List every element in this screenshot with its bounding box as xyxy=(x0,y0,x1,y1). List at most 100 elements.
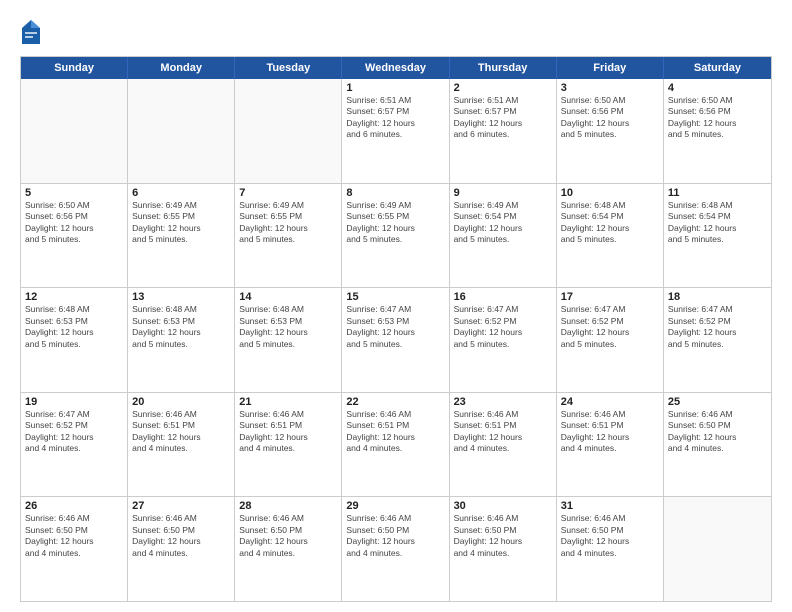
calendar-cell: 7Sunrise: 6:49 AM Sunset: 6:55 PM Daylig… xyxy=(235,184,342,288)
calendar-cell: 18Sunrise: 6:47 AM Sunset: 6:52 PM Dayli… xyxy=(664,288,771,392)
day-info: Sunrise: 6:50 AM Sunset: 6:56 PM Dayligh… xyxy=(668,95,767,141)
day-info: Sunrise: 6:50 AM Sunset: 6:56 PM Dayligh… xyxy=(25,200,123,246)
calendar-body: 1Sunrise: 6:51 AM Sunset: 6:57 PM Daylig… xyxy=(21,79,771,601)
calendar-cell: 27Sunrise: 6:46 AM Sunset: 6:50 PM Dayli… xyxy=(128,497,235,601)
day-number: 22 xyxy=(346,396,444,408)
day-number: 19 xyxy=(25,396,123,408)
calendar-week-row: 1Sunrise: 6:51 AM Sunset: 6:57 PM Daylig… xyxy=(21,79,771,184)
day-info: Sunrise: 6:49 AM Sunset: 6:55 PM Dayligh… xyxy=(132,200,230,246)
weekday-header: Sunday xyxy=(21,57,128,79)
weekday-header: Monday xyxy=(128,57,235,79)
calendar-cell: 20Sunrise: 6:46 AM Sunset: 6:51 PM Dayli… xyxy=(128,393,235,497)
day-info: Sunrise: 6:46 AM Sunset: 6:51 PM Dayligh… xyxy=(132,409,230,455)
day-info: Sunrise: 6:46 AM Sunset: 6:50 PM Dayligh… xyxy=(454,513,552,559)
day-info: Sunrise: 6:46 AM Sunset: 6:50 PM Dayligh… xyxy=(668,409,767,455)
weekday-header: Tuesday xyxy=(235,57,342,79)
calendar-cell xyxy=(128,79,235,183)
day-number: 15 xyxy=(346,291,444,303)
day-info: Sunrise: 6:51 AM Sunset: 6:57 PM Dayligh… xyxy=(346,95,444,141)
calendar-week-row: 26Sunrise: 6:46 AM Sunset: 6:50 PM Dayli… xyxy=(21,497,771,601)
weekday-header: Wednesday xyxy=(342,57,449,79)
calendar-cell: 11Sunrise: 6:48 AM Sunset: 6:54 PM Dayli… xyxy=(664,184,771,288)
day-number: 23 xyxy=(454,396,552,408)
calendar-cell: 13Sunrise: 6:48 AM Sunset: 6:53 PM Dayli… xyxy=(128,288,235,392)
day-info: Sunrise: 6:47 AM Sunset: 6:52 PM Dayligh… xyxy=(25,409,123,455)
day-info: Sunrise: 6:48 AM Sunset: 6:53 PM Dayligh… xyxy=(25,304,123,350)
calendar-cell: 14Sunrise: 6:48 AM Sunset: 6:53 PM Dayli… xyxy=(235,288,342,392)
calendar-cell: 1Sunrise: 6:51 AM Sunset: 6:57 PM Daylig… xyxy=(342,79,449,183)
day-number: 10 xyxy=(561,187,659,199)
page: SundayMondayTuesdayWednesdayThursdayFrid… xyxy=(0,0,792,612)
calendar-cell: 8Sunrise: 6:49 AM Sunset: 6:55 PM Daylig… xyxy=(342,184,449,288)
day-number: 24 xyxy=(561,396,659,408)
day-info: Sunrise: 6:46 AM Sunset: 6:50 PM Dayligh… xyxy=(132,513,230,559)
calendar-cell: 10Sunrise: 6:48 AM Sunset: 6:54 PM Dayli… xyxy=(557,184,664,288)
day-info: Sunrise: 6:51 AM Sunset: 6:57 PM Dayligh… xyxy=(454,95,552,141)
calendar-cell xyxy=(664,497,771,601)
day-info: Sunrise: 6:46 AM Sunset: 6:51 PM Dayligh… xyxy=(454,409,552,455)
calendar-cell: 26Sunrise: 6:46 AM Sunset: 6:50 PM Dayli… xyxy=(21,497,128,601)
day-number: 8 xyxy=(346,187,444,199)
weekday-header: Saturday xyxy=(664,57,771,79)
day-info: Sunrise: 6:46 AM Sunset: 6:50 PM Dayligh… xyxy=(239,513,337,559)
day-info: Sunrise: 6:49 AM Sunset: 6:54 PM Dayligh… xyxy=(454,200,552,246)
day-info: Sunrise: 6:46 AM Sunset: 6:51 PM Dayligh… xyxy=(346,409,444,455)
day-number: 28 xyxy=(239,500,337,512)
calendar-cell: 28Sunrise: 6:46 AM Sunset: 6:50 PM Dayli… xyxy=(235,497,342,601)
day-number: 29 xyxy=(346,500,444,512)
day-number: 31 xyxy=(561,500,659,512)
day-number: 26 xyxy=(25,500,123,512)
day-info: Sunrise: 6:48 AM Sunset: 6:54 PM Dayligh… xyxy=(668,200,767,246)
calendar-cell: 9Sunrise: 6:49 AM Sunset: 6:54 PM Daylig… xyxy=(450,184,557,288)
day-info: Sunrise: 6:48 AM Sunset: 6:53 PM Dayligh… xyxy=(132,304,230,350)
calendar-cell: 12Sunrise: 6:48 AM Sunset: 6:53 PM Dayli… xyxy=(21,288,128,392)
day-number: 18 xyxy=(668,291,767,303)
day-info: Sunrise: 6:46 AM Sunset: 6:50 PM Dayligh… xyxy=(561,513,659,559)
calendar-cell: 23Sunrise: 6:46 AM Sunset: 6:51 PM Dayli… xyxy=(450,393,557,497)
day-number: 1 xyxy=(346,82,444,94)
day-number: 13 xyxy=(132,291,230,303)
day-info: Sunrise: 6:48 AM Sunset: 6:54 PM Dayligh… xyxy=(561,200,659,246)
calendar-cell: 31Sunrise: 6:46 AM Sunset: 6:50 PM Dayli… xyxy=(557,497,664,601)
calendar-cell: 22Sunrise: 6:46 AM Sunset: 6:51 PM Dayli… xyxy=(342,393,449,497)
calendar-cell: 24Sunrise: 6:46 AM Sunset: 6:51 PM Dayli… xyxy=(557,393,664,497)
day-info: Sunrise: 6:47 AM Sunset: 6:52 PM Dayligh… xyxy=(454,304,552,350)
day-number: 16 xyxy=(454,291,552,303)
day-number: 9 xyxy=(454,187,552,199)
day-info: Sunrise: 6:46 AM Sunset: 6:50 PM Dayligh… xyxy=(25,513,123,559)
day-number: 6 xyxy=(132,187,230,199)
calendar-cell: 4Sunrise: 6:50 AM Sunset: 6:56 PM Daylig… xyxy=(664,79,771,183)
calendar-week-row: 19Sunrise: 6:47 AM Sunset: 6:52 PM Dayli… xyxy=(21,393,771,498)
day-number: 2 xyxy=(454,82,552,94)
day-info: Sunrise: 6:49 AM Sunset: 6:55 PM Dayligh… xyxy=(346,200,444,246)
day-info: Sunrise: 6:50 AM Sunset: 6:56 PM Dayligh… xyxy=(561,95,659,141)
calendar-cell: 25Sunrise: 6:46 AM Sunset: 6:50 PM Dayli… xyxy=(664,393,771,497)
calendar-cell: 16Sunrise: 6:47 AM Sunset: 6:52 PM Dayli… xyxy=(450,288,557,392)
day-number: 5 xyxy=(25,187,123,199)
day-number: 25 xyxy=(668,396,767,408)
calendar-cell: 17Sunrise: 6:47 AM Sunset: 6:52 PM Dayli… xyxy=(557,288,664,392)
day-info: Sunrise: 6:49 AM Sunset: 6:55 PM Dayligh… xyxy=(239,200,337,246)
logo xyxy=(20,18,46,46)
day-number: 17 xyxy=(561,291,659,303)
calendar-cell: 15Sunrise: 6:47 AM Sunset: 6:53 PM Dayli… xyxy=(342,288,449,392)
calendar-cell: 5Sunrise: 6:50 AM Sunset: 6:56 PM Daylig… xyxy=(21,184,128,288)
day-number: 20 xyxy=(132,396,230,408)
day-info: Sunrise: 6:46 AM Sunset: 6:51 PM Dayligh… xyxy=(561,409,659,455)
logo-icon xyxy=(20,18,42,46)
day-info: Sunrise: 6:47 AM Sunset: 6:52 PM Dayligh… xyxy=(668,304,767,350)
calendar-cell xyxy=(235,79,342,183)
day-number: 4 xyxy=(668,82,767,94)
day-info: Sunrise: 6:46 AM Sunset: 6:51 PM Dayligh… xyxy=(239,409,337,455)
calendar-cell: 6Sunrise: 6:49 AM Sunset: 6:55 PM Daylig… xyxy=(128,184,235,288)
day-info: Sunrise: 6:47 AM Sunset: 6:53 PM Dayligh… xyxy=(346,304,444,350)
day-number: 14 xyxy=(239,291,337,303)
calendar-cell: 29Sunrise: 6:46 AM Sunset: 6:50 PM Dayli… xyxy=(342,497,449,601)
calendar-header: SundayMondayTuesdayWednesdayThursdayFrid… xyxy=(21,57,771,79)
day-info: Sunrise: 6:48 AM Sunset: 6:53 PM Dayligh… xyxy=(239,304,337,350)
weekday-header: Friday xyxy=(557,57,664,79)
calendar-cell: 21Sunrise: 6:46 AM Sunset: 6:51 PM Dayli… xyxy=(235,393,342,497)
day-info: Sunrise: 6:47 AM Sunset: 6:52 PM Dayligh… xyxy=(561,304,659,350)
calendar-week-row: 5Sunrise: 6:50 AM Sunset: 6:56 PM Daylig… xyxy=(21,184,771,289)
day-number: 7 xyxy=(239,187,337,199)
